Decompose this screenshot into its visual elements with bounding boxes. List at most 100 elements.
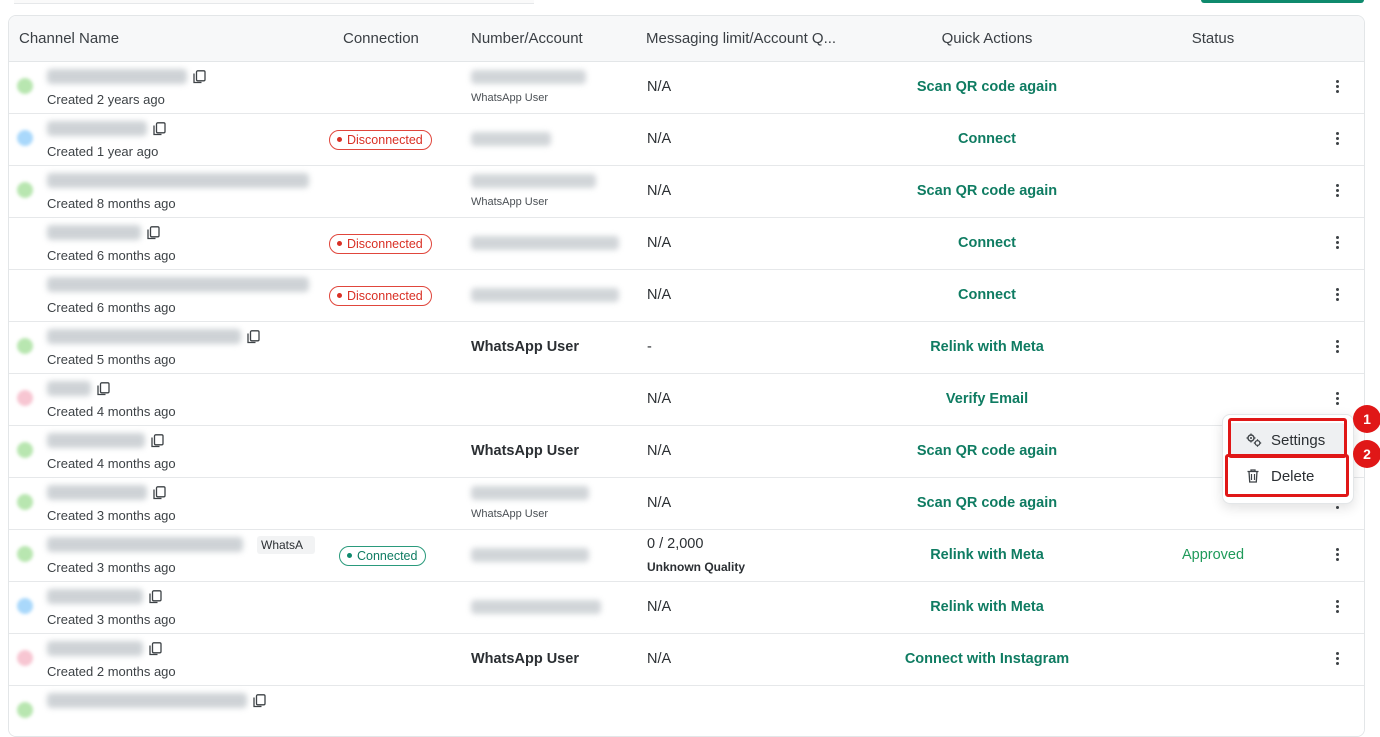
table-row[interactable]: Created 5 months ago WhatsApp User - Relink… <box>9 322 1364 374</box>
copy-icon[interactable] <box>247 330 260 344</box>
menu-item-delete[interactable]: Delete <box>1229 459 1345 493</box>
created-date: Created 2 years ago <box>47 92 165 107</box>
table-row[interactable]: Created 1 year ago Disconnected N/A Connect <box>9 114 1364 166</box>
menu-item-settings[interactable]: Settings <box>1229 423 1345 457</box>
add-channel-button-edge[interactable] <box>1201 0 1364 3</box>
quick-action-link[interactable]: Scan QR code again <box>877 443 1097 459</box>
channel-avatar <box>17 702 33 718</box>
channel-name-redacted <box>47 121 147 136</box>
more-options-icon[interactable] <box>1334 181 1342 201</box>
account-number-redacted <box>471 486 589 500</box>
more-options-icon[interactable] <box>1334 337 1342 357</box>
table-row[interactable]: Created 6 months ago Disconnected N/A Conne… <box>9 270 1364 322</box>
quick-action-link[interactable]: Verify Email <box>877 391 1097 407</box>
connection-cell: Disconnected <box>329 218 469 269</box>
copy-icon[interactable] <box>151 434 164 448</box>
channel-name-cell: Created 2 years ago <box>9 62 329 113</box>
table-row[interactable]: Created 8 months ago WhatsApp User N/A Scan… <box>9 166 1364 218</box>
created-date: Created 2 months ago <box>47 664 176 679</box>
more-options-icon[interactable] <box>1334 597 1342 617</box>
table-row[interactable] <box>9 686 1364 736</box>
table-row[interactable]: Created 2 years ago WhatsApp User N/A Scan … <box>9 62 1364 114</box>
copy-icon[interactable] <box>147 226 160 240</box>
quick-action-link[interactable]: Connect <box>877 235 1097 251</box>
approval-status: Approved <box>1181 547 1245 563</box>
messaging-limit-cell: N/A <box>647 374 847 425</box>
channel-name-cell: Created 3 months ago <box>9 582 329 633</box>
table-row[interactable]: Created 4 months ago WhatsApp User N/A Scan… <box>9 426 1364 478</box>
connection-cell <box>329 62 469 113</box>
channel-avatar <box>17 338 33 354</box>
quick-action-link[interactable]: Connect <box>877 131 1097 147</box>
more-options-icon[interactable] <box>1334 285 1342 305</box>
copy-icon[interactable] <box>153 486 166 500</box>
quick-action-cell: Scan QR code again <box>877 166 1097 217</box>
messaging-limit-cell: - <box>647 322 847 373</box>
copy-icon[interactable] <box>153 122 166 136</box>
quick-action-cell: Relink with Meta <box>877 530 1097 581</box>
more-options-icon[interactable] <box>1334 77 1342 97</box>
col-quick-actions[interactable]: Quick Actions <box>877 16 1097 61</box>
table-row[interactable]: WhatsA Created 3 months ago Connected 0 / 2… <box>9 530 1364 582</box>
col-number-account[interactable]: Number/Account <box>471 16 621 61</box>
quick-action-link[interactable]: Relink with Meta <box>877 339 1097 355</box>
messaging-limit-cell <box>647 686 847 736</box>
channel-avatar <box>17 390 33 406</box>
messaging-limit-cell: N/A <box>647 166 847 217</box>
status-cell <box>1163 582 1263 633</box>
quick-action-link[interactable]: Connect with Instagram <box>877 651 1097 667</box>
messaging-limit: N/A <box>647 391 672 407</box>
channel-name-redacted <box>47 173 309 188</box>
copy-icon[interactable] <box>253 694 266 708</box>
table-row[interactable]: Created 2 months ago WhatsApp User N/A Conn… <box>9 634 1364 686</box>
quick-action-link[interactable]: Relink with Meta <box>877 599 1097 615</box>
account-type: WhatsApp User <box>471 92 549 104</box>
quick-action-link[interactable]: Connect <box>877 287 1097 303</box>
quick-action-link[interactable]: Scan QR code again <box>877 79 1097 95</box>
table-row[interactable]: Created 6 months ago Disconnected N/A Conne… <box>9 218 1364 270</box>
col-status[interactable]: Status <box>1163 16 1263 61</box>
number-account-cell <box>471 218 641 269</box>
number-account-cell <box>471 114 641 165</box>
channel-name-redacted <box>47 225 141 240</box>
copy-icon[interactable] <box>149 642 162 656</box>
copy-icon[interactable] <box>193 70 206 84</box>
more-options-icon[interactable] <box>1334 389 1342 409</box>
quick-action-cell: Relink with Meta <box>877 582 1097 633</box>
quick-action-cell: Connect <box>877 270 1097 321</box>
channel-name-cell: WhatsA Created 3 months ago <box>9 530 329 581</box>
connection-cell <box>329 478 469 529</box>
quick-action-link[interactable]: Scan QR code again <box>877 495 1097 511</box>
channel-name-cell: Created 1 year ago <box>9 114 329 165</box>
channel-name-cell <box>9 686 329 736</box>
channel-name-redacted <box>47 589 143 604</box>
more-options-icon[interactable] <box>1334 129 1342 149</box>
more-options-icon[interactable] <box>1334 649 1342 669</box>
more-options-icon[interactable] <box>1334 545 1342 565</box>
channel-avatar <box>17 130 33 146</box>
messaging-limit-cell: N/A <box>647 634 847 685</box>
copy-icon[interactable] <box>97 382 110 396</box>
channel-name-redacted <box>47 329 241 344</box>
table-row[interactable]: Created 3 months ago N/A Relink with Meta <box>9 582 1364 634</box>
status-cell <box>1163 166 1263 217</box>
messaging-limit: 0 / 2,000 <box>647 536 704 552</box>
more-options-icon[interactable] <box>1334 233 1342 253</box>
col-messaging-limit[interactable]: Messaging limit/Account Q... <box>646 16 851 61</box>
table-row[interactable]: Created 4 months ago N/A Verify Email <box>9 374 1364 426</box>
col-connection[interactable]: Connection <box>343 16 453 61</box>
number-account-cell: WhatsApp User <box>471 634 641 685</box>
col-channel-name[interactable]: Channel Name <box>19 16 219 61</box>
status-cell <box>1163 62 1263 113</box>
search-bar-edge[interactable] <box>14 0 534 4</box>
quick-action-cell: Connect <box>877 114 1097 165</box>
table-row[interactable]: Created 3 months ago WhatsApp User N/A Scan… <box>9 478 1364 530</box>
quick-action-link[interactable]: Scan QR code again <box>877 183 1097 199</box>
quick-action-cell: Scan QR code again <box>877 426 1097 477</box>
quick-action-link[interactable]: Relink with Meta <box>877 547 1097 563</box>
copy-icon[interactable] <box>149 590 162 604</box>
quick-action-cell: Connect with Instagram <box>877 634 1097 685</box>
channel-name-cell: Created 6 months ago <box>9 218 329 269</box>
messaging-limit-cell: N/A <box>647 478 847 529</box>
connection-cell <box>329 582 469 633</box>
